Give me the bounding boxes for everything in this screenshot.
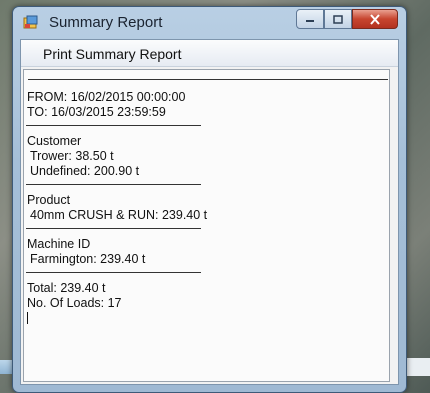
minimize-icon [306, 20, 314, 22]
customer-section: Customer Trower: 38.50 t Undefined: 200.… [24, 134, 389, 179]
loads-line: No. Of Loads: 17 [27, 296, 122, 310]
caption-buttons [296, 9, 398, 29]
maximize-button[interactable] [324, 9, 352, 29]
summary-report-window: Summary Report Print Summary Report FROM… [12, 6, 407, 393]
minimize-button[interactable] [296, 9, 324, 29]
totals-section: Total: 239.40 t No. Of Loads: 17 [24, 281, 389, 324]
client-area: Print Summary Report FROM: 16/02/2015 00… [20, 39, 399, 385]
title-bar[interactable]: Summary Report [13, 7, 406, 37]
divider-top [28, 79, 388, 80]
close-icon [370, 13, 380, 25]
customer-header: Customer [27, 134, 82, 148]
report-text-area[interactable]: FROM: 16/02/2015 00:00:00 TO: 16/03/2015… [23, 69, 390, 382]
divider [26, 184, 201, 185]
customer-line: Undefined: 200.90 t [30, 164, 140, 178]
date-range-section: FROM: 16/02/2015 00:00:00 TO: 16/03/2015… [24, 90, 389, 120]
from-date: FROM: 16/02/2015 00:00:00 [27, 90, 186, 104]
divider [26, 125, 201, 126]
app-icon [23, 15, 38, 29]
window-title: Summary Report [49, 14, 163, 31]
machine-line: Farmington: 239.40 t [30, 252, 146, 266]
product-header: Product [27, 193, 71, 207]
customer-line: Trower: 38.50 t [30, 149, 114, 163]
text-cursor [27, 312, 28, 324]
machine-header: Machine ID [27, 237, 91, 251]
close-button[interactable] [352, 9, 398, 29]
menu-bar: Print Summary Report [21, 40, 398, 67]
print-summary-report-menu-item[interactable]: Print Summary Report [43, 46, 181, 62]
maximize-icon [333, 14, 343, 24]
report-body: FROM: 16/02/2015 00:00:00 TO: 16/03/2015… [24, 90, 389, 324]
total-line: Total: 239.40 t [27, 281, 106, 295]
product-line: 40mm CRUSH & RUN: 239.40 t [30, 208, 208, 222]
machine-section: Machine ID Farmington: 239.40 t [24, 237, 389, 267]
product-section: Product 40mm CRUSH & RUN: 239.40 t [24, 193, 389, 223]
divider [26, 228, 201, 229]
divider [26, 272, 201, 273]
to-date: TO: 16/03/2015 23:59:59 [27, 105, 166, 119]
